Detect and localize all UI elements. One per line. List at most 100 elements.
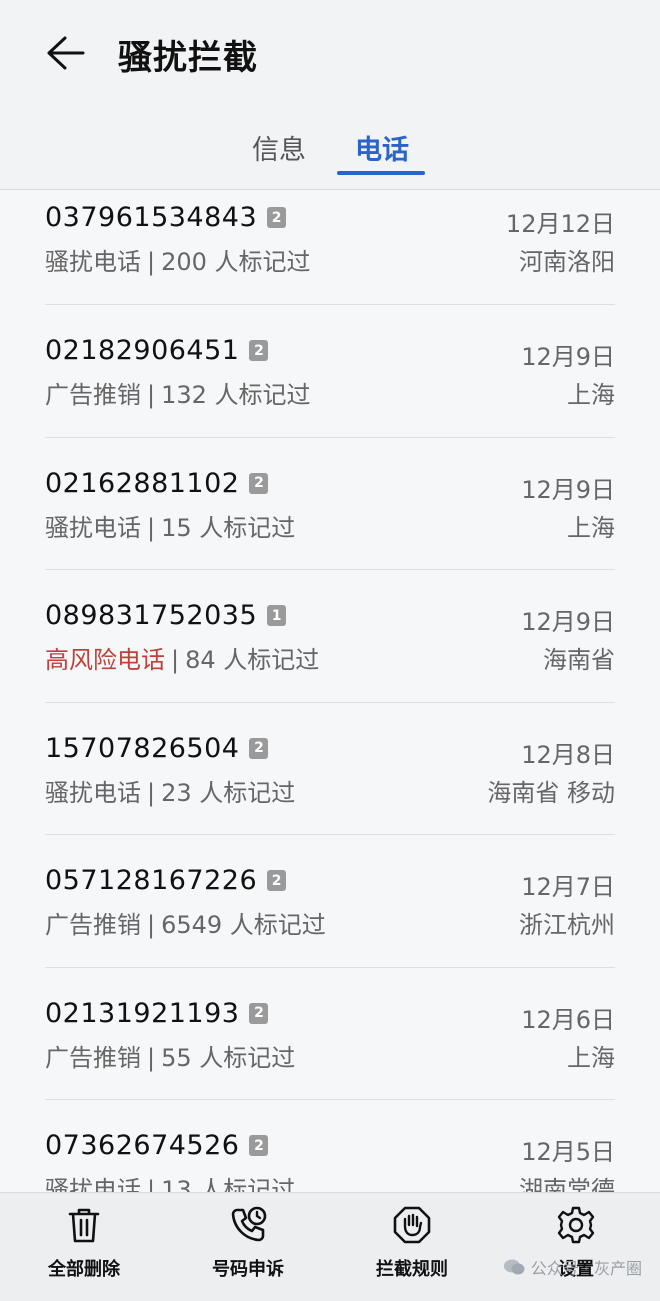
call-tag: 骚扰电话 bbox=[45, 778, 141, 807]
watermark-text: 公众号 · 灰产圈 bbox=[530, 1259, 642, 1278]
number-line: 089831752035 1 bbox=[45, 600, 287, 631]
blocked-call-list[interactable]: 037961534843 2 骚扰电话 | 200 人标记过 12月12日 河南洛阳… bbox=[0, 190, 660, 1192]
call-tag: 广告推销 bbox=[45, 911, 141, 939]
page-title: 骚扰拦截 bbox=[118, 38, 258, 78]
screen: 骚扰拦截 信息 电话 037961534843 2 骚扰电话 | 200 人标记过 … bbox=[0, 0, 660, 1301]
arrow-left-icon bbox=[47, 36, 85, 70]
marked-count: 84 人标记过 bbox=[185, 646, 320, 674]
call-row[interactable]: 02131921193 2 广告推销 | 55 人标记过 12月6日 上海 bbox=[45, 968, 615, 1100]
call-count-badge: 2 bbox=[267, 870, 287, 891]
call-count-badge: 2 bbox=[249, 1002, 269, 1024]
number-line: 037961534843 2 bbox=[45, 202, 287, 233]
gear-icon bbox=[557, 1206, 595, 1244]
marked-count: 13 人标记过 bbox=[161, 1176, 296, 1192]
call-tag-line: 骚扰电话 | 15 人标记过 bbox=[45, 508, 295, 543]
call-count-badge: 2 bbox=[249, 472, 269, 494]
call-region: 海南省 移动 bbox=[487, 778, 615, 807]
phone-number: 089831752035 bbox=[45, 600, 258, 631]
call-row[interactable]: 02182906451 2 广告推销 | 132 人标记过 12月9日 上海 bbox=[45, 305, 615, 438]
call-tag-line: 骚扰电话 | 13 人标记过 bbox=[45, 1170, 295, 1192]
call-count-badge: 1 bbox=[267, 605, 287, 626]
phone-number: 15707826504 bbox=[45, 732, 240, 764]
call-tag: 广告推销 bbox=[45, 1043, 141, 1072]
tab-messages[interactable]: 信息 bbox=[252, 128, 306, 167]
bottom-action-bar: 全部删除 号码申诉 拦截规则 设置 公众号 · 灰产圈 bbox=[0, 1192, 660, 1301]
header: 骚扰拦截 信息 电话 bbox=[0, 0, 660, 190]
call-tag-line: 广告推销 | 6549 人标记过 bbox=[45, 905, 326, 940]
phone-number: 02131921193 bbox=[45, 997, 240, 1029]
back-button[interactable] bbox=[40, 28, 90, 78]
marked-count: 55 人标记过 bbox=[161, 1043, 296, 1072]
marked-count: 200 人标记过 bbox=[161, 248, 311, 276]
marked-count: 15 人标记过 bbox=[161, 513, 296, 542]
delete-all-label: 全部删除 bbox=[48, 1259, 120, 1280]
number-line: 07362674526 2 bbox=[45, 1130, 269, 1161]
phone-number: 02162881102 bbox=[45, 467, 240, 499]
phone-number: 037961534843 bbox=[45, 202, 258, 233]
call-tag: 骚扰电话 bbox=[45, 1176, 141, 1192]
call-row[interactable]: 037961534843 2 骚扰电话 | 200 人标记过 12月12日 河南洛阳 bbox=[45, 190, 615, 305]
number-line: 02182906451 2 bbox=[45, 335, 269, 366]
call-count-badge: 2 bbox=[249, 737, 269, 759]
call-tag-line: 广告推销 | 132 人标记过 bbox=[45, 375, 311, 410]
call-tag: 骚扰电话 bbox=[45, 248, 141, 276]
call-tag-line: 高风险电话 | 84 人标记过 bbox=[45, 640, 319, 675]
call-count-badge: 2 bbox=[267, 207, 287, 228]
call-count-badge: 2 bbox=[249, 1135, 269, 1156]
call-row[interactable]: 02162881102 2 骚扰电话 | 15 人标记过 12月9日 上海 bbox=[45, 438, 615, 570]
separator: | bbox=[147, 1043, 156, 1072]
hand-stop-icon bbox=[393, 1206, 431, 1244]
call-count-badge: 2 bbox=[249, 340, 269, 361]
call-tag-line: 广告推销 | 55 人标记过 bbox=[45, 1038, 295, 1073]
number-line: 057128167226 2 bbox=[45, 865, 287, 896]
settings-button[interactable]: 设置 bbox=[516, 1205, 636, 1295]
delete-all-button[interactable]: 全部删除 bbox=[24, 1205, 144, 1295]
separator: | bbox=[147, 911, 156, 939]
call-date: 12月6日 bbox=[521, 1005, 615, 1034]
separator: | bbox=[147, 1176, 156, 1192]
phone-number: 057128167226 bbox=[45, 865, 258, 896]
marked-count: 6549 人标记过 bbox=[161, 911, 326, 939]
number-line: 15707826504 2 bbox=[45, 732, 269, 764]
separator: | bbox=[147, 248, 156, 276]
number-appeal-label: 号码申诉 bbox=[212, 1259, 284, 1280]
call-row[interactable]: 15707826504 2 骚扰电话 | 23 人标记过 12月8日 海南省 移动 bbox=[45, 703, 615, 835]
number-appeal-button[interactable]: 号码申诉 bbox=[188, 1205, 308, 1295]
marked-count: 132 人标记过 bbox=[161, 381, 311, 409]
tab-calls[interactable]: 电话 bbox=[355, 128, 409, 167]
call-tag-high-risk: 高风险电话 bbox=[45, 646, 165, 674]
call-date: 12月8日 bbox=[521, 740, 615, 769]
call-region: 湖南常德 bbox=[519, 1176, 615, 1192]
separator: | bbox=[147, 381, 156, 409]
call-date: 12月12日 bbox=[505, 210, 615, 238]
call-tag: 骚扰电话 bbox=[45, 513, 141, 542]
phone-appeal-icon bbox=[231, 1206, 267, 1242]
call-date: 12月7日 bbox=[521, 873, 615, 901]
phone-number: 02182906451 bbox=[45, 335, 240, 366]
trash-icon bbox=[68, 1208, 100, 1243]
call-row[interactable]: 07362674526 2 骚扰电话 | 13 人标记过 12月5日 湖南常德 bbox=[45, 1100, 615, 1192]
call-date: 12月9日 bbox=[521, 608, 615, 636]
number-line: 02162881102 2 bbox=[45, 467, 269, 499]
active-tab-indicator bbox=[337, 171, 425, 175]
call-region: 海南省 bbox=[543, 646, 615, 674]
call-region: 上海 bbox=[567, 381, 615, 409]
block-rules-button[interactable]: 拦截规则 bbox=[352, 1205, 472, 1295]
separator: | bbox=[171, 646, 180, 674]
call-date: 12月5日 bbox=[521, 1138, 615, 1166]
call-tag-line: 骚扰电话 | 200 人标记过 bbox=[45, 242, 311, 277]
tab-bar: 信息 电话 bbox=[0, 118, 660, 178]
wechat-icon bbox=[503, 1259, 525, 1275]
call-date: 12月9日 bbox=[521, 343, 615, 371]
call-region: 上海 bbox=[567, 1043, 615, 1072]
block-rules-label: 拦截规则 bbox=[376, 1259, 448, 1280]
phone-number: 07362674526 bbox=[45, 1130, 240, 1161]
call-tag-line: 骚扰电话 | 23 人标记过 bbox=[45, 773, 295, 808]
call-region: 浙江杭州 bbox=[519, 911, 615, 939]
marked-count: 23 人标记过 bbox=[161, 778, 296, 807]
call-row[interactable]: 057128167226 2 广告推销 | 6549 人标记过 12月7日 浙江杭州 bbox=[45, 835, 615, 968]
call-tag: 广告推销 bbox=[45, 381, 141, 409]
call-date: 12月9日 bbox=[521, 475, 615, 504]
call-row[interactable]: 089831752035 1 高风险电话 | 84 人标记过 12月9日 海南省 bbox=[45, 570, 615, 703]
number-line: 02131921193 2 bbox=[45, 997, 269, 1029]
